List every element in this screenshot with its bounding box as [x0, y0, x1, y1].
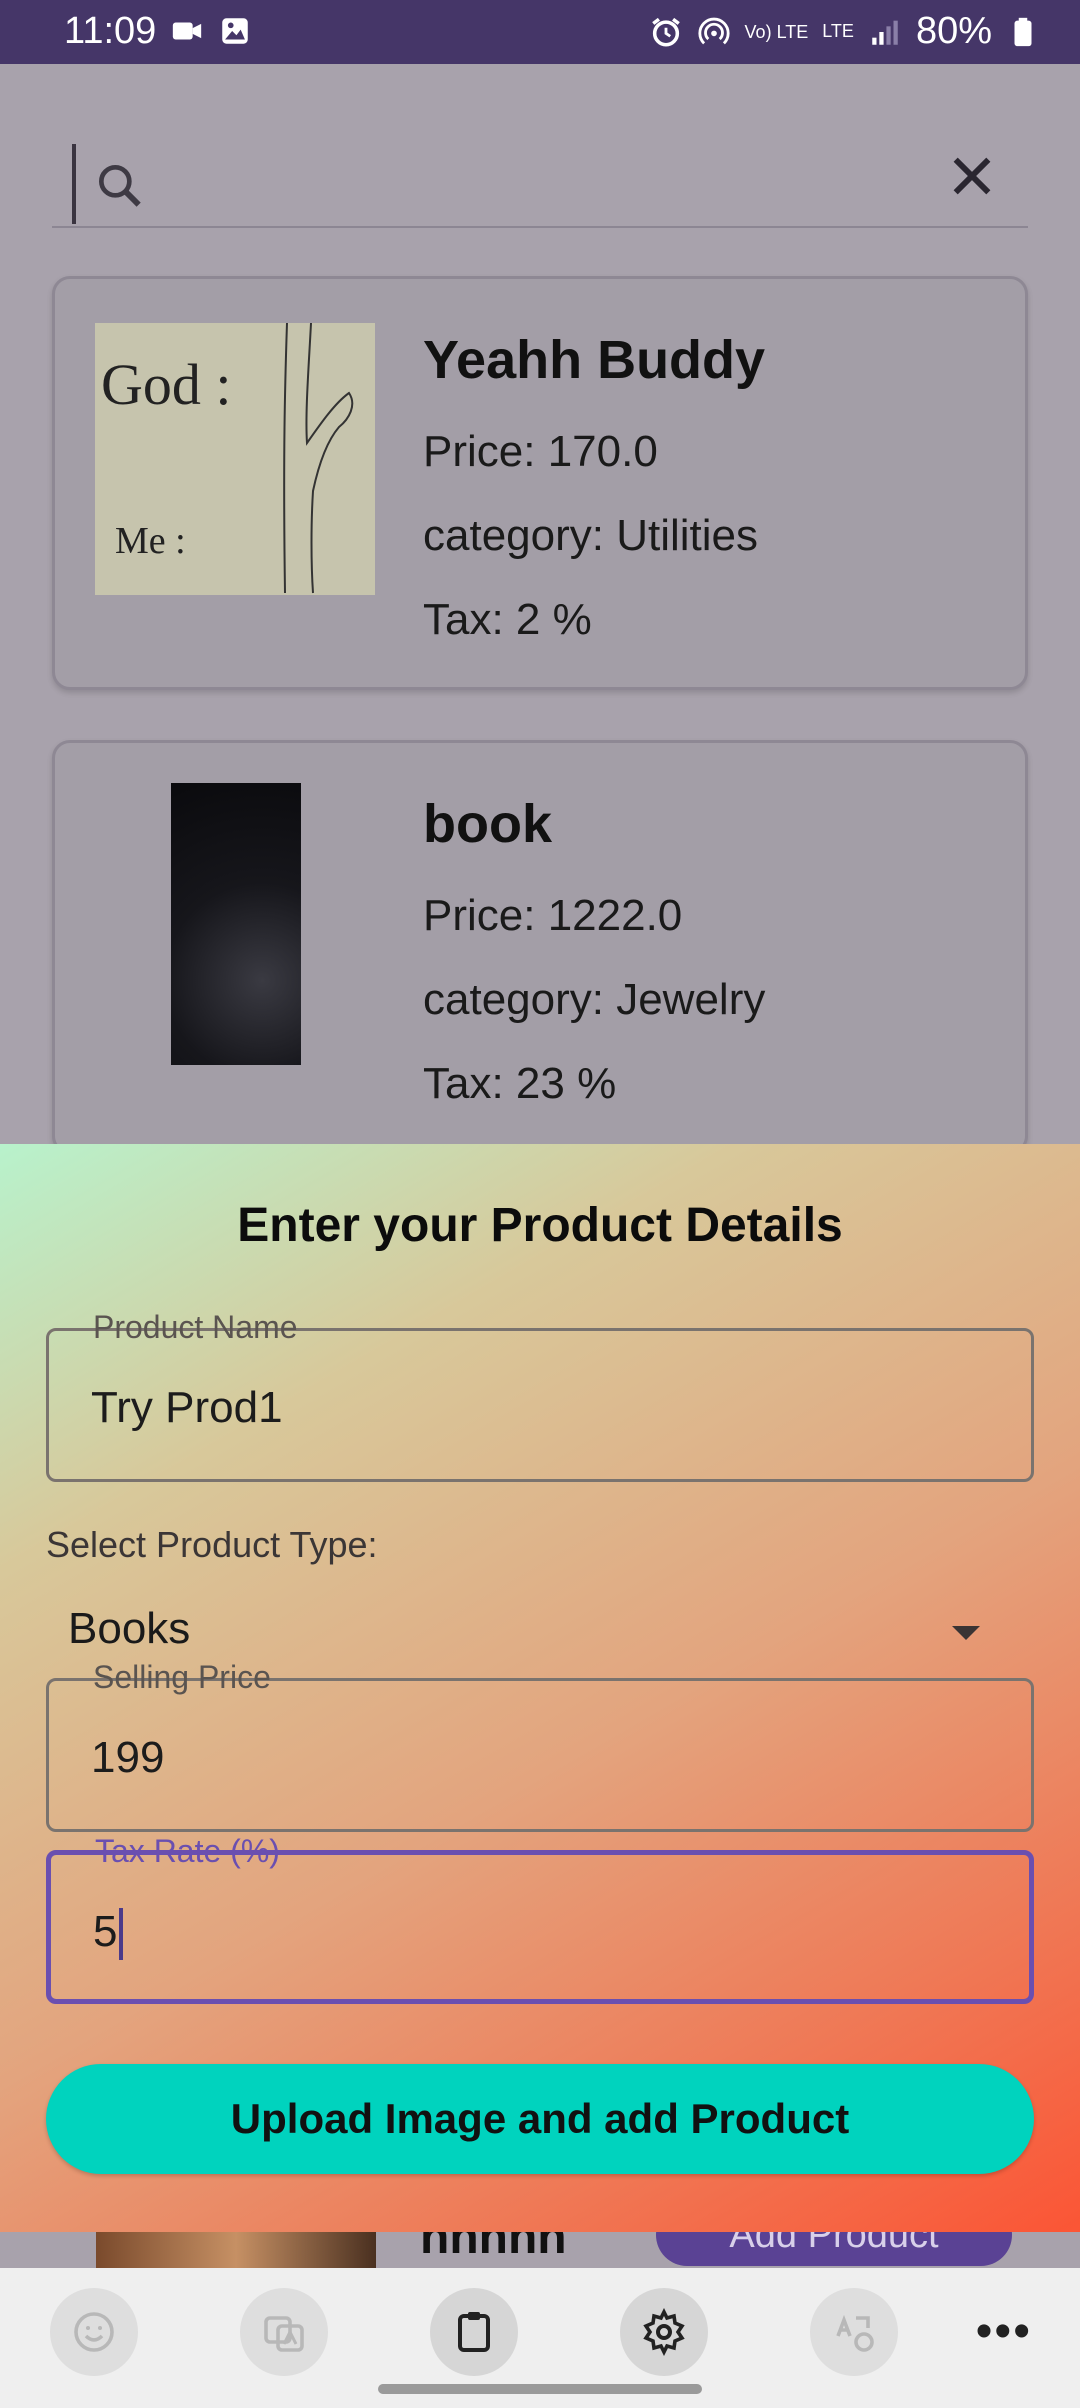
battery-percent: 80%: [915, 10, 992, 52]
close-icon[interactable]: [944, 148, 1000, 204]
product-list-peek: hhhhh Add Product: [0, 2232, 1080, 2268]
product-details-sheet: Enter your Product Details Product Name …: [0, 1144, 1080, 2232]
status-time: 11:09: [64, 10, 157, 52]
clipboard-button[interactable]: [430, 2288, 518, 2376]
product-tax: Tax: 23 %: [423, 1059, 617, 1108]
status-bar: 11:09 Vo) LTE LTE 80%: [0, 0, 1080, 64]
product-image: [171, 783, 301, 1065]
product-image: [96, 2232, 376, 2268]
product-category: category: Utilities: [423, 511, 759, 560]
lte-label: LTE: [822, 21, 854, 41]
product-card[interactable]: book Price: 1222.0 category: Jewelry Tax…: [52, 740, 1028, 1154]
selling-price-label: Selling Price: [93, 1659, 271, 1695]
emoji-icon: [74, 2312, 114, 2352]
product-name-label: Product Name: [93, 1309, 298, 1345]
sheet-title: Enter your Product Details: [237, 1199, 843, 1252]
volte-label: Vo) LTE: [744, 21, 809, 42]
text-editing-icon: [836, 2314, 874, 2352]
dropdown-arrow-icon: [952, 1626, 980, 1640]
product-image: God : Me :: [95, 323, 375, 595]
translate-icon: [264, 2316, 304, 2352]
gallery-icon: [222, 18, 248, 44]
product-title: hhhhh: [420, 2232, 567, 2264]
selling-price-value: 199: [91, 1733, 165, 1782]
product-title: book: [423, 794, 552, 854]
product-name-field[interactable]: Product Name Try Prod1: [46, 1309, 1034, 1482]
search-bar[interactable]: [52, 124, 1028, 228]
product-name-value: Try Prod1: [91, 1383, 283, 1432]
product-card[interactable]: God : Me : Yeahh Buddy Price: 170.0 cate…: [52, 276, 1028, 690]
product-type-value: Books: [68, 1604, 191, 1653]
add-product-button[interactable]: Add Product: [656, 2232, 1012, 2266]
product-tax: Tax: 2 %: [423, 595, 592, 644]
upload-image-add-product-button[interactable]: Upload Image and add Product: [46, 2064, 1034, 2174]
more-options-icon[interactable]: •••: [976, 2304, 1032, 2359]
tax-rate-field[interactable]: Tax Rate (%) 5: [46, 1833, 1034, 2004]
battery-icon: [1014, 17, 1032, 46]
product-image-text: God :: [101, 352, 232, 417]
settings-button[interactable]: [620, 2288, 708, 2376]
hotspot-icon: [697, 17, 730, 44]
tax-rate-value: 5: [93, 1907, 118, 1956]
selling-price-field[interactable]: Selling Price 199: [46, 1659, 1034, 1832]
search-cursor: [72, 144, 76, 224]
alarm-icon: [651, 17, 680, 47]
product-price: Price: 170.0: [423, 427, 658, 476]
product-image-text: Me :: [115, 520, 186, 562]
clipboard-icon: [458, 2312, 490, 2352]
product-title: Yeahh Buddy: [423, 330, 766, 390]
tax-rate-label: Tax Rate (%): [95, 1833, 280, 1869]
emoji-button[interactable]: [50, 2288, 138, 2376]
text-caret: [119, 1908, 124, 1961]
signal-icon: [872, 20, 898, 45]
tax-rate-value-wrap: 5: [93, 1907, 124, 1961]
gear-icon: [643, 2308, 685, 2356]
hand-drawing: [283, 323, 354, 594]
search-input[interactable]: [152, 144, 952, 214]
status-icons-left: [170, 14, 252, 48]
keyboard-toolbar: •••: [0, 2268, 1080, 2408]
search-icon: [99, 165, 141, 207]
select-product-type-label: Select Product Type:: [46, 1524, 378, 1565]
status-icons-right: Vo) LTE LTE 80%: [649, 10, 1040, 53]
text-editing-button[interactable]: [810, 2288, 898, 2376]
video-camera-icon: [172, 22, 202, 40]
translate-button[interactable]: [240, 2288, 328, 2376]
product-price: Price: 1222.0: [423, 891, 683, 940]
navigation-handle[interactable]: [378, 2384, 702, 2394]
product-category: category: Jewelry: [423, 975, 766, 1024]
